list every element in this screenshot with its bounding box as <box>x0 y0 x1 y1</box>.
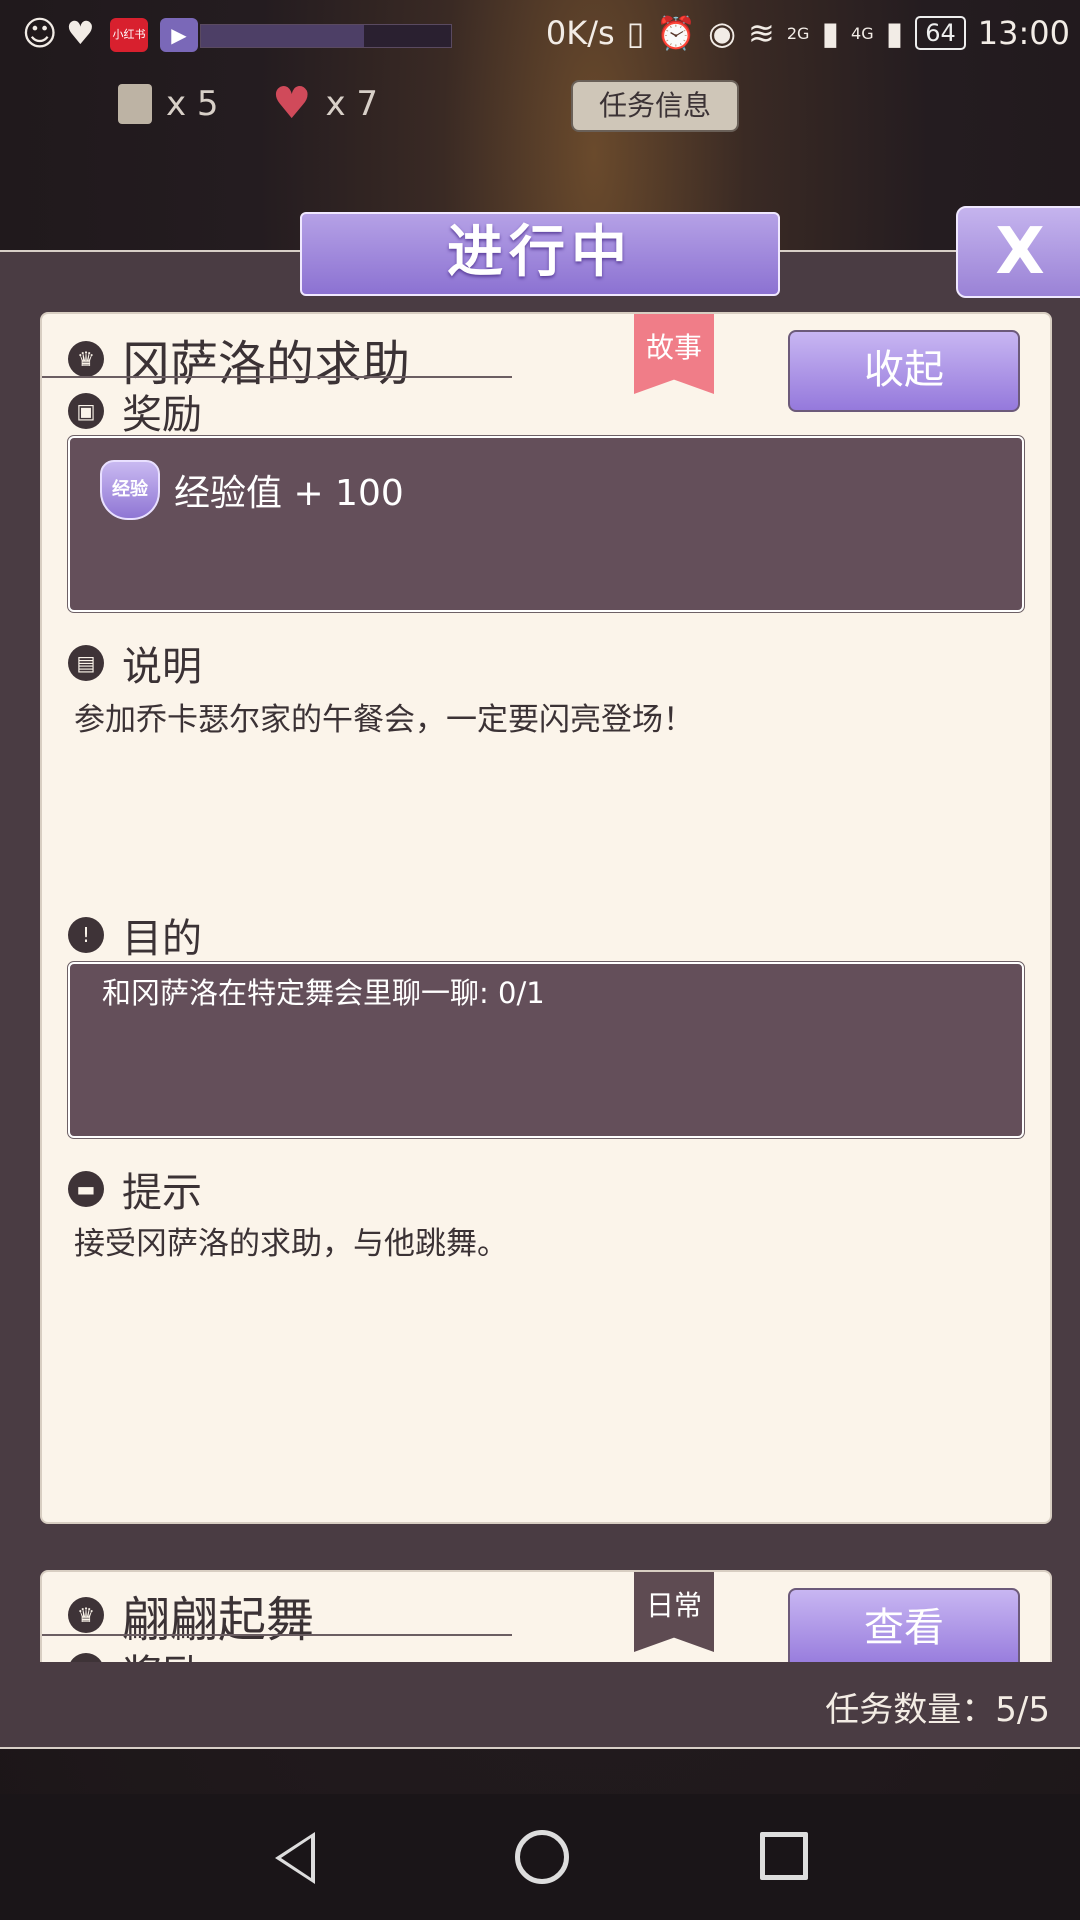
quest-card: ♛ 冈萨洛的求助 故事 收起 ▣ 奖励 经验 经验值 + 100 ▤ 说明 参加… <box>40 312 1052 1524</box>
exclamation-icon: ! <box>68 917 104 953</box>
signal-4g-label: 4G <box>851 23 874 43</box>
goal-text: 和冈萨洛在特定舞会里聊一聊: 0/1 <box>102 976 545 1010</box>
task-count: 任务数量：5/5 <box>825 1690 1050 1730</box>
scroll-count: x 5 <box>166 84 219 124</box>
crown-icon: ♛ <box>68 341 104 377</box>
crown-icon: ♛ <box>68 1597 104 1633</box>
box-icon: ▣ <box>68 1653 104 1662</box>
xiaohongshu-icon: 小红书 <box>110 18 148 52</box>
goal-header-label: 目的 <box>122 916 202 962</box>
back-icon[interactable] <box>275 1832 315 1884</box>
net-speed: 0K/s <box>545 14 615 52</box>
title-divider <box>42 1634 512 1636</box>
goal-box: 和冈萨洛在特定舞会里聊一聊: 0/1 <box>67 961 1025 1139</box>
wifi-icon: ≋ <box>748 14 775 52</box>
reward-header-label: 奖励 <box>122 392 202 438</box>
signal-2g-label: 2G <box>786 23 810 43</box>
panel-title: 进行中 <box>300 212 780 296</box>
heart-count: x 7 <box>325 84 379 124</box>
signal-icon: ▮ <box>885 14 904 52</box>
description-header-label: 说明 <box>122 644 202 690</box>
story-tag: 故事 <box>634 314 714 394</box>
close-button[interactable]: X <box>956 206 1080 298</box>
collapse-button[interactable]: 收起 <box>788 330 1020 412</box>
qq-icon: ☺ <box>22 14 58 54</box>
description-header: ▤ 说明 <box>68 634 202 692</box>
task-info-button[interactable]: 任务信息 <box>571 80 739 132</box>
status-bar: ☺ ♥ 小红书 ▶ 0K/s ▯ ⏰ ◉ ≋ 2G ▮ 4G ▮ 64 13:0… <box>0 0 1080 75</box>
description-text: 参加乔卡瑟尔家的午餐会，一定要闪亮登场！ <box>74 702 694 738</box>
hint-header: ▬ 提示 <box>68 1160 202 1218</box>
load-progress <box>200 24 452 48</box>
title-divider <box>42 376 512 378</box>
quest-list-viewport[interactable]: ♛ 翩翩起舞 日常 查看 ▣ 奖励 <box>0 1570 1080 1662</box>
quest-card[interactable]: ♛ 翩翩起舞 日常 查看 ▣ 奖励 <box>40 1570 1052 1662</box>
reward-text: 经验值 + 100 <box>174 473 404 514</box>
note-icon: ▬ <box>68 1171 104 1207</box>
heart-icon: ♥ <box>272 78 312 129</box>
hint-text: 接受冈萨洛的求助，与他跳舞。 <box>74 1226 508 1262</box>
reward-box: 经验 经验值 + 100 <box>67 435 1025 613</box>
book-icon: ▤ <box>68 645 104 681</box>
alarm-icon: ⏰ <box>656 14 697 52</box>
recent-apps-icon[interactable] <box>760 1832 808 1880</box>
clock: 13:00 <box>977 14 1070 52</box>
exp-badge-icon: 经验 <box>100 460 160 520</box>
status-icons: 0K/s ▯ ⏰ ◉ ≋ 2G ▮ 4G ▮ 64 13:00 <box>546 14 1070 52</box>
scroll-counter: x 5 <box>118 82 219 126</box>
goal-header: ! 目的 <box>68 906 202 964</box>
hint-header-label: 提示 <box>122 1170 202 1216</box>
home-icon[interactable] <box>515 1830 569 1884</box>
battery-indicator: 64 <box>915 16 966 50</box>
heart-counter: ♥ x 7 <box>272 82 378 126</box>
reward-header-label: 奖励 <box>122 1642 202 1662</box>
signal-icon: ▮ <box>821 14 840 52</box>
eye-icon: ◉ <box>708 14 737 52</box>
navigation-bar <box>0 1794 1080 1920</box>
box-icon: ▣ <box>68 393 104 429</box>
health-icon: ♥ <box>66 14 95 52</box>
scroll-icon <box>118 84 152 124</box>
quest-title-row: ♛ 翩翩起舞 <box>68 1580 314 1650</box>
video-app-icon: ▶ <box>160 18 198 52</box>
reward-header: ▣ 奖励 <box>68 382 202 440</box>
daily-tag: 日常 <box>634 1572 714 1652</box>
view-button[interactable]: 查看 <box>788 1588 1020 1662</box>
vibrate-icon: ▯ <box>626 14 645 52</box>
reward-item: 经验 经验值 + 100 <box>100 460 404 520</box>
reward-header: ▣ 奖励 <box>68 1642 202 1662</box>
quest-title: 翩翩起舞 <box>122 1592 315 1648</box>
